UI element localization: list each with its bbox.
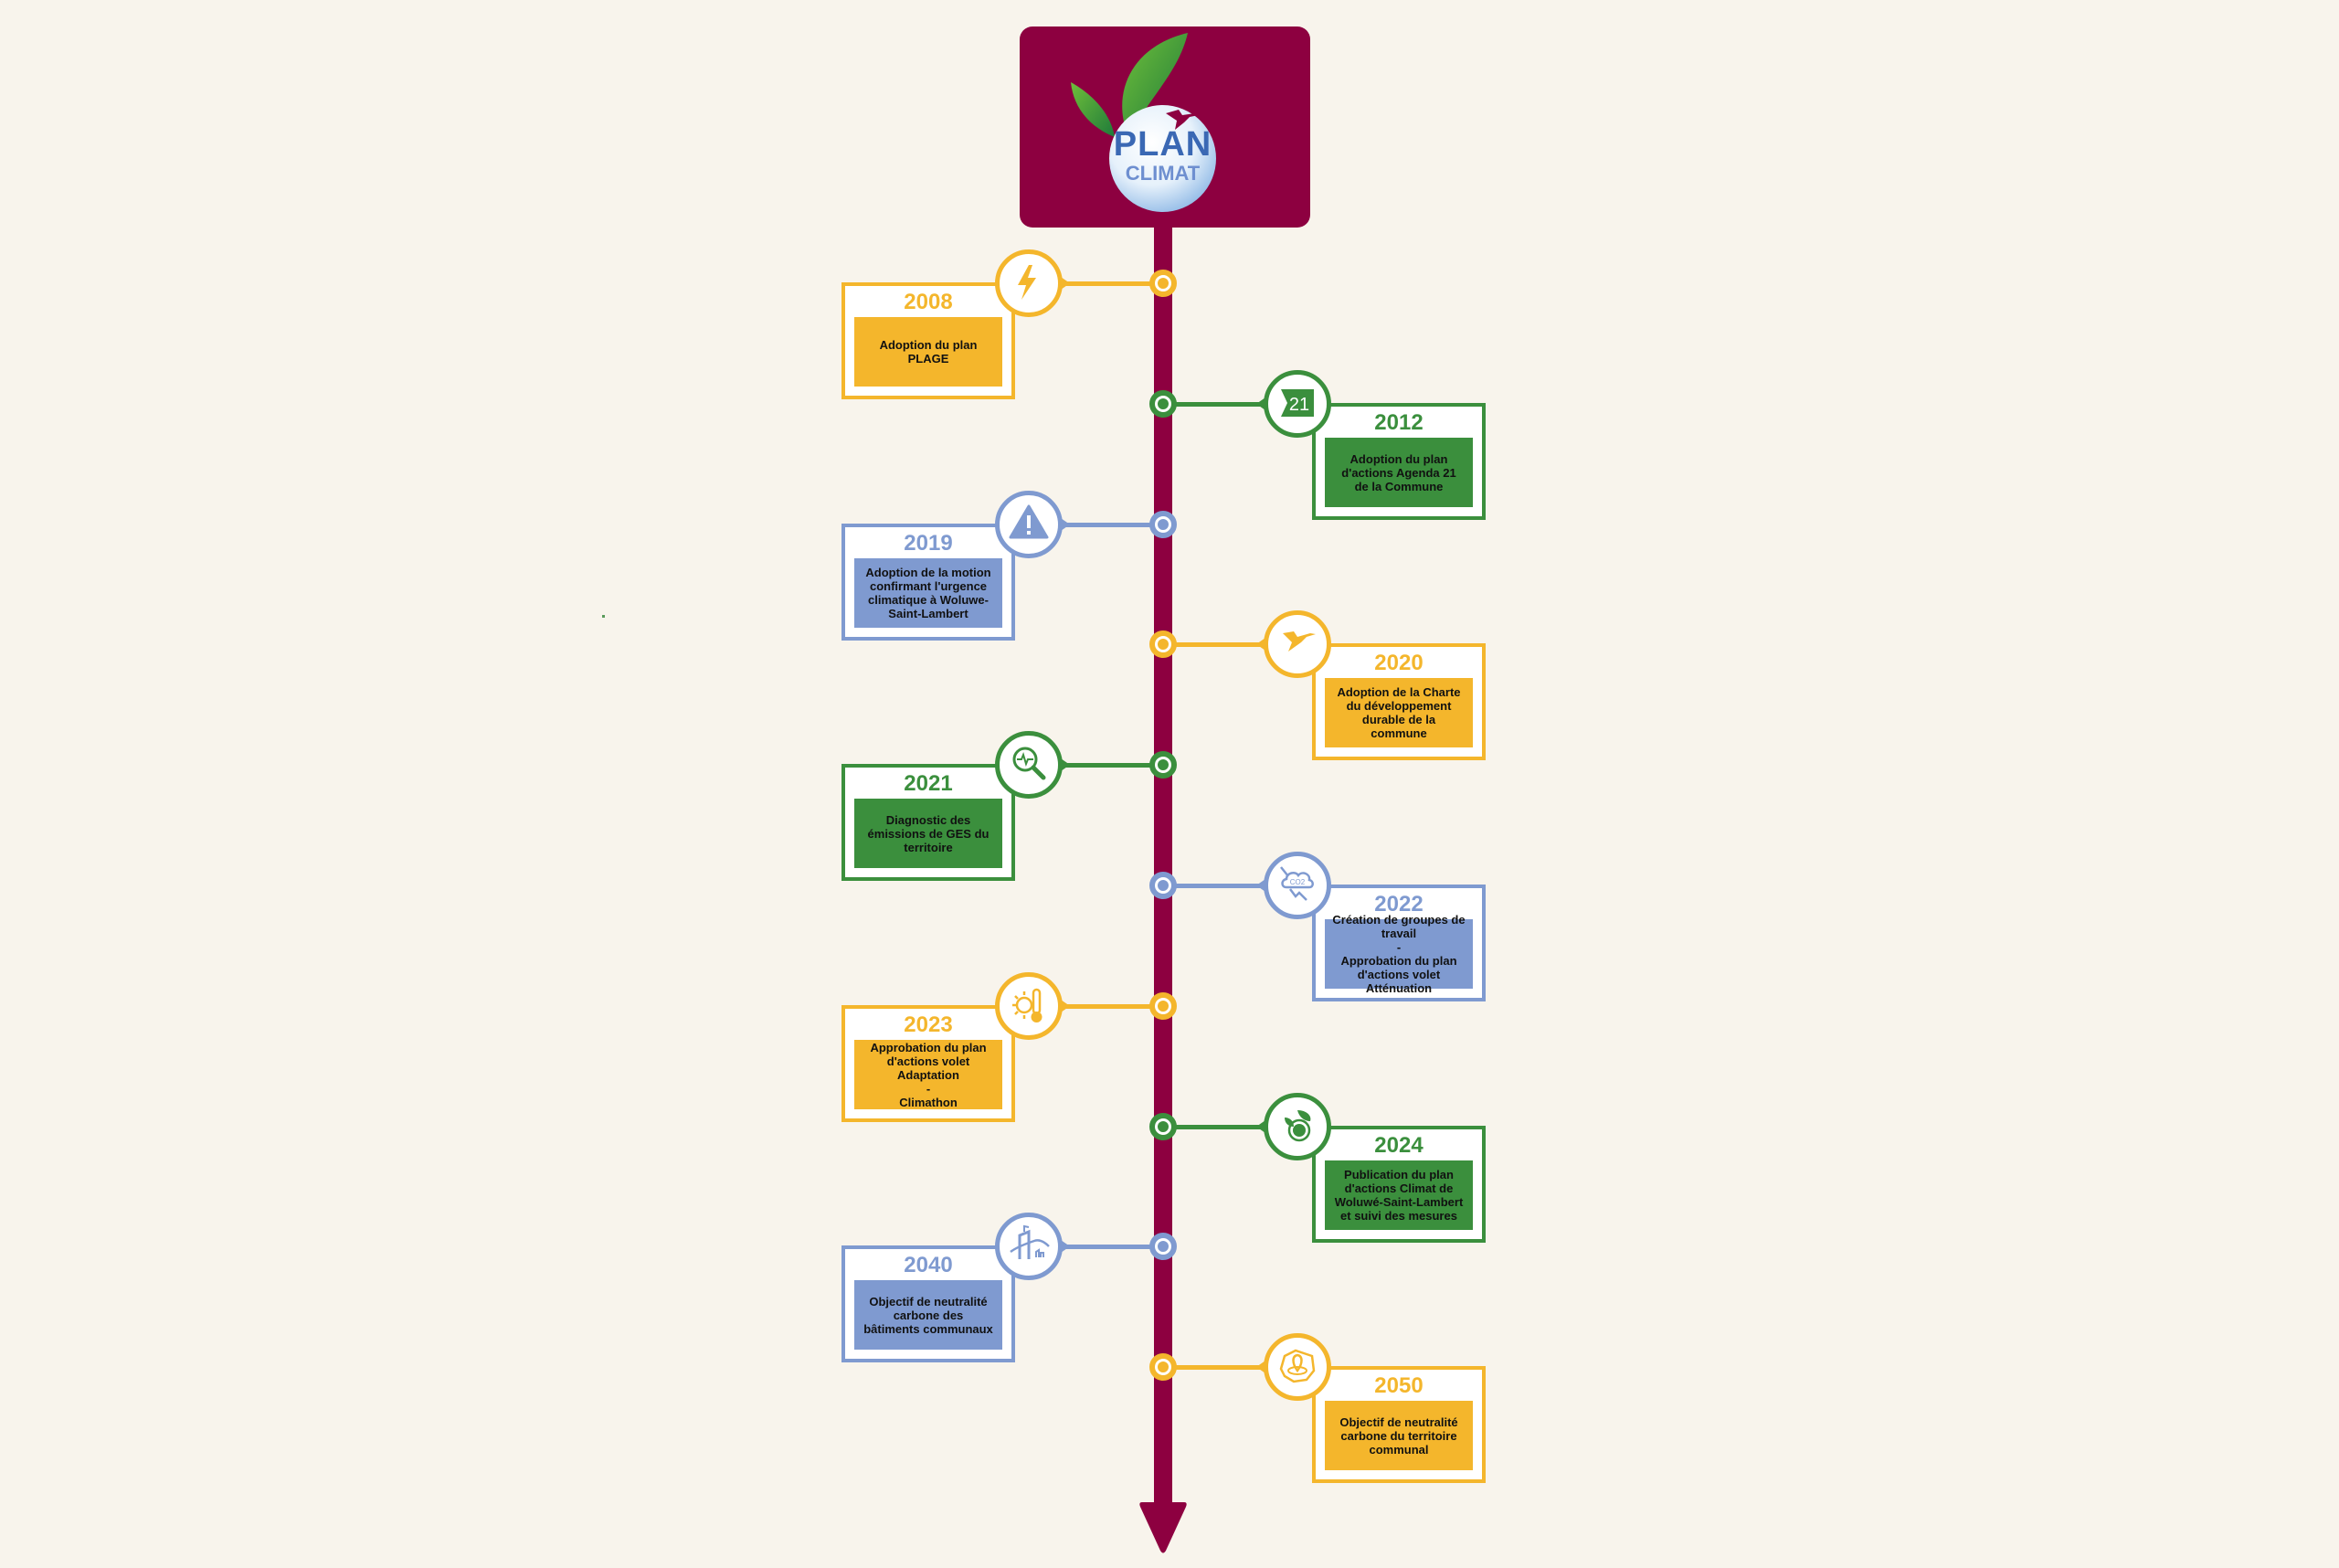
event-icon-badge: [995, 249, 1063, 317]
heron-icon: [1275, 620, 1319, 669]
connector-pointer: [1256, 397, 1265, 410]
connector-pointer: [1256, 638, 1265, 651]
event-year: 2020: [1374, 651, 1424, 675]
event-icon-badge: CO2: [1264, 852, 1331, 919]
cloud-co2-decrease-icon: CO2: [1275, 862, 1319, 910]
event-card: 2008 Adoption du plan PLAGE: [841, 282, 1015, 399]
leaf-target-icon: [1275, 1103, 1319, 1151]
event-description: Publication du plan d'actions Climat de …: [1325, 1160, 1473, 1230]
event-year: 2050: [1374, 1373, 1424, 1398]
timeline-node[interactable]: [1149, 1353, 1177, 1381]
timeline-node-dot: [1158, 1361, 1169, 1372]
connector-pointer: [1256, 1120, 1265, 1133]
event-card: 2012 Adoption du plan d'actions Agenda 21…: [1312, 403, 1486, 520]
timeline-node-dot: [1158, 398, 1169, 409]
connector-pointer: [1061, 758, 1070, 771]
event-year: 2021: [904, 771, 953, 796]
event-card: 2023 Approbation du plan d'actions volet …: [841, 1005, 1015, 1122]
svg-text:21: 21: [1289, 395, 1309, 415]
event-description: Objectif de neutralité carbone du territ…: [1325, 1401, 1473, 1470]
timeline-node[interactable]: [1149, 270, 1177, 297]
town-hall-icon: [1007, 1223, 1051, 1271]
event-card: 2022 Création de groupes de travail - App…: [1312, 885, 1486, 1001]
logo-title-plan: PLAN: [1113, 125, 1212, 164]
event-year: 2019: [904, 531, 953, 556]
event-icon-badge: 21: [1264, 370, 1331, 438]
event-card: 2040 Objectif de neutralité carbone des b…: [841, 1245, 1015, 1362]
timeline-node[interactable]: [1149, 872, 1177, 899]
event-year: 2024: [1374, 1133, 1424, 1158]
timeline-node-dot: [1158, 519, 1169, 530]
event-description: Adoption du plan PLAGE: [854, 317, 1002, 387]
event-description: Objectif de neutralité carbone des bâtim…: [854, 1280, 1002, 1350]
event-card: 2021 Diagnostic des émissions de GES du t…: [841, 764, 1015, 881]
event-card: 2050 Objectif de neutralité carbone du te…: [1312, 1366, 1486, 1483]
event-card: 2020 Adoption de la Charte du développeme…: [1312, 643, 1486, 760]
warning-icon: [1007, 501, 1051, 549]
event-icon-badge: [995, 731, 1063, 799]
connector-pointer: [1061, 518, 1070, 531]
timeline-node-dot: [1158, 880, 1169, 891]
territory-map-pin-icon: [1275, 1343, 1319, 1392]
stray-dot: [602, 615, 605, 618]
event-icon-badge: [995, 972, 1063, 1040]
connector-pointer: [1061, 1000, 1070, 1012]
timeline-node-dot: [1158, 278, 1169, 289]
timeline-node-dot: [1158, 1241, 1169, 1252]
event-icon-badge: [995, 1213, 1063, 1280]
sun-thermometer-icon: [1007, 982, 1051, 1031]
event-icon-badge: [1264, 610, 1331, 678]
event-year: 2023: [904, 1012, 953, 1037]
timeline-node-dot: [1158, 639, 1169, 650]
timeline-arrowhead-icon: [1139, 1502, 1187, 1553]
event-card: 2024 Publication du plan d'actions Climat…: [1312, 1126, 1486, 1243]
timeline-node[interactable]: [1149, 1113, 1177, 1140]
event-description: Adoption du plan d'actions Agenda 21 de …: [1325, 438, 1473, 507]
event-description: Création de groupes de travail - Approba…: [1325, 913, 1473, 995]
event-description: Adoption de la Charte du développement d…: [1325, 678, 1473, 747]
connector-pointer: [1256, 1361, 1265, 1373]
timeline-node[interactable]: [1149, 1233, 1177, 1260]
svg-text:CO2: CO2: [1290, 878, 1306, 886]
timeline-node-dot: [1158, 759, 1169, 770]
timeline-node-dot: [1158, 1001, 1169, 1012]
lightning-icon: [1007, 260, 1051, 308]
event-description: Approbation du plan d'actions volet Adap…: [854, 1040, 1002, 1109]
connector-pointer: [1061, 277, 1070, 290]
timeline-node-dot: [1158, 1121, 1169, 1132]
timeline-node[interactable]: [1149, 751, 1177, 779]
event-icon-badge: [1264, 1333, 1331, 1401]
timeline-node[interactable]: [1149, 511, 1177, 538]
event-card: 2019 Adoption de la motion confirmant l'u…: [841, 524, 1015, 641]
timeline-node[interactable]: [1149, 630, 1177, 658]
event-icon-badge: [995, 491, 1063, 558]
timeline-node[interactable]: [1149, 390, 1177, 418]
connector-pointer: [1061, 1240, 1070, 1253]
logo-title-climat: CLIMAT: [1125, 162, 1201, 185]
timeline-node[interactable]: [1149, 992, 1177, 1020]
event-year: 2012: [1374, 410, 1424, 435]
event-icon-badge: [1264, 1093, 1331, 1160]
agenda-21-icon: 21: [1275, 380, 1319, 429]
event-description: Diagnostic des émissions de GES du terri…: [854, 799, 1002, 868]
connector-pointer: [1256, 879, 1265, 892]
event-year: 2040: [904, 1253, 953, 1277]
event-description: Adoption de la motion confirmant l'urgen…: [854, 558, 1002, 628]
magnifier-pulse-icon: [1007, 741, 1051, 789]
event-year: 2008: [904, 290, 953, 314]
